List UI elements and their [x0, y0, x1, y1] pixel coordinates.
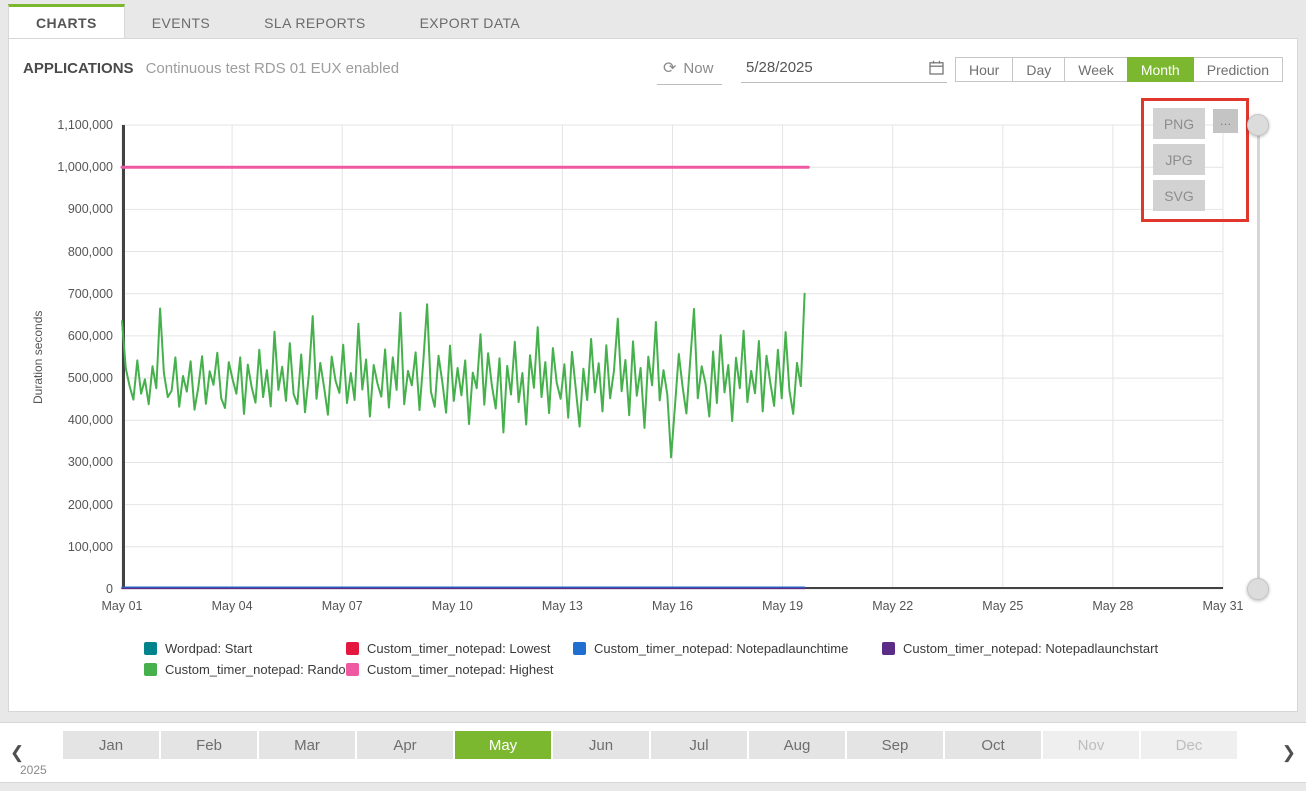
zoom-slider-handle-bottom[interactable] — [1247, 578, 1269, 600]
export-button-jpg[interactable]: JPG — [1153, 144, 1205, 175]
calendar-icon[interactable] — [929, 60, 944, 75]
legend-swatch-custom-timer-notepad-lowest — [346, 642, 359, 655]
x-axis-tick-label: May 22 — [853, 599, 933, 613]
legend-item-custom-timer-notepad-notepadlaunchstart[interactable]: Custom_timer_notepad: Notepadlaunchstart — [882, 641, 1158, 656]
y-axis-tick-label: 1,000,000 — [57, 160, 113, 174]
legend-item-wordpad-start[interactable]: Wordpad: Start — [144, 641, 252, 656]
month-button-jul[interactable]: Jul — [651, 731, 747, 759]
month-button-feb[interactable]: Feb — [161, 731, 257, 759]
date-picker-input[interactable]: 5/28/2025 — [741, 55, 947, 83]
chevron-left-icon[interactable]: ❮ — [6, 741, 28, 765]
range-button-week[interactable]: Week — [1064, 57, 1128, 82]
x-axis-labels: May 01May 04May 07May 10May 13May 16May … — [122, 599, 1223, 615]
chart-plot — [122, 125, 1223, 589]
range-button-group: HourDayWeekMonthPrediction — [956, 57, 1283, 82]
y-axis-tick-label: 0 — [106, 582, 113, 596]
chart-header: APPLICATIONS Continuous test RDS 01 EUX … — [23, 60, 399, 77]
legend-item-custom-timer-notepad-highest[interactable]: Custom_timer_notepad: Highest — [346, 662, 553, 677]
month-button-sep[interactable]: Sep — [847, 731, 943, 759]
month-button-nov: Nov — [1043, 731, 1139, 759]
zoom-slider-track[interactable] — [1257, 125, 1260, 589]
y-axis-tick-label: 200,000 — [68, 498, 113, 512]
timeline-year: 2025 — [20, 763, 47, 777]
export-annotation-box: … PNG JPG SVG — [1141, 98, 1249, 222]
month-button-may[interactable]: May — [455, 731, 551, 759]
range-button-day[interactable]: Day — [1012, 57, 1065, 82]
y-axis-tick-label: 1,100,000 — [57, 118, 113, 132]
x-axis-tick-label: May 25 — [963, 599, 1043, 613]
legend-swatch-custom-timer-notepad-notepadlaunchtime — [573, 642, 586, 655]
x-axis-tick-label: May 07 — [302, 599, 382, 613]
legend-item-custom-timer-notepad-lowest[interactable]: Custom_timer_notepad: Lowest — [346, 641, 551, 656]
x-axis-tick-label: May 04 — [192, 599, 272, 613]
y-axis-tick-label: 900,000 — [68, 202, 113, 216]
x-axis-tick-label: May 16 — [633, 599, 713, 613]
x-axis-tick-label: May 28 — [1073, 599, 1153, 613]
y-axis-labels: 1,100,0001,000,000900,000800,000700,0006… — [9, 125, 113, 589]
legend-label: Custom_timer_notepad: Notepadlaunchstart — [903, 641, 1158, 656]
refresh-now-button[interactable]: ⟳ Now — [657, 55, 722, 85]
tab-charts[interactable]: CHARTS — [8, 4, 125, 38]
tab-sla-reports[interactable]: SLA REPORTS — [237, 7, 392, 38]
legend-label: Custom_timer_notepad: Highest — [367, 662, 553, 677]
legend-item-custom-timer-notepad-random[interactable]: Custom_timer_notepad: Random — [144, 662, 357, 677]
charts-panel: APPLICATIONS Continuous test RDS 01 EUX … — [8, 38, 1298, 712]
month-button-apr[interactable]: Apr — [357, 731, 453, 759]
range-button-hour[interactable]: Hour — [955, 57, 1013, 82]
legend-label: Wordpad: Start — [165, 641, 252, 656]
y-axis-tick-label: 100,000 — [68, 540, 113, 554]
month-button-oct[interactable]: Oct — [945, 731, 1041, 759]
x-axis-tick-label: May 01 — [82, 599, 162, 613]
zoom-slider-handle-top[interactable] — [1247, 114, 1269, 136]
month-button-mar[interactable]: Mar — [259, 731, 355, 759]
application-subtitle: Continuous test RDS 01 EUX enabled — [146, 60, 399, 77]
x-axis-tick-label: May 13 — [522, 599, 602, 613]
legend-swatch-custom-timer-notepad-highest — [346, 663, 359, 676]
tab-events[interactable]: EVENTS — [125, 7, 237, 38]
month-bar: JanFebMarAprMayJunJulAugSepOctNovDec — [63, 731, 1237, 759]
x-axis-tick-label: May 10 — [412, 599, 492, 613]
legend-swatch-custom-timer-notepad-notepadlaunchstart — [882, 642, 895, 655]
refresh-now-label: Now — [683, 60, 713, 77]
month-button-aug[interactable]: Aug — [749, 731, 845, 759]
date-value: 5/28/2025 — [746, 59, 813, 76]
y-axis-tick-label: 300,000 — [68, 455, 113, 469]
legend-swatch-custom-timer-notepad-random — [144, 663, 157, 676]
x-axis-tick-label: May 19 — [743, 599, 823, 613]
timeline-panel: ❮ JanFebMarAprMayJunJulAugSepOctNovDec 2… — [0, 722, 1306, 783]
refresh-icon: ⟳ — [663, 58, 676, 78]
tab-export-data[interactable]: EXPORT DATA — [393, 7, 548, 38]
export-button-png[interactable]: PNG — [1153, 108, 1205, 139]
y-axis-tick-label: 600,000 — [68, 329, 113, 343]
month-button-jun[interactable]: Jun — [553, 731, 649, 759]
legend-item-custom-timer-notepad-notepadlaunchtime[interactable]: Custom_timer_notepad: Notepadlaunchtime — [573, 641, 848, 656]
y-axis-tick-label: 700,000 — [68, 287, 113, 301]
y-axis-tick-label: 800,000 — [68, 245, 113, 259]
legend-swatch-wordpad-start — [144, 642, 157, 655]
chevron-right-icon[interactable]: ❯ — [1278, 741, 1300, 765]
export-button-svg[interactable]: SVG — [1153, 180, 1205, 211]
y-axis-tick-label: 400,000 — [68, 413, 113, 427]
month-button-dec: Dec — [1141, 731, 1237, 759]
range-button-month[interactable]: Month — [1127, 57, 1194, 82]
plot-svg — [122, 125, 1223, 589]
tab-bar: CHARTSEVENTSSLA REPORTSEXPORT DATA — [8, 0, 547, 38]
x-axis-tick-label: May 31 — [1183, 599, 1263, 613]
page-title: APPLICATIONS — [23, 60, 134, 77]
export-more-button[interactable]: … — [1213, 109, 1238, 133]
month-button-jan[interactable]: Jan — [63, 731, 159, 759]
legend-label: Custom_timer_notepad: Lowest — [367, 641, 551, 656]
legend-label: Custom_timer_notepad: Notepadlaunchtime — [594, 641, 848, 656]
range-button-prediction[interactable]: Prediction — [1193, 57, 1283, 82]
legend-label: Custom_timer_notepad: Random — [165, 662, 357, 677]
y-axis-tick-label: 500,000 — [68, 371, 113, 385]
